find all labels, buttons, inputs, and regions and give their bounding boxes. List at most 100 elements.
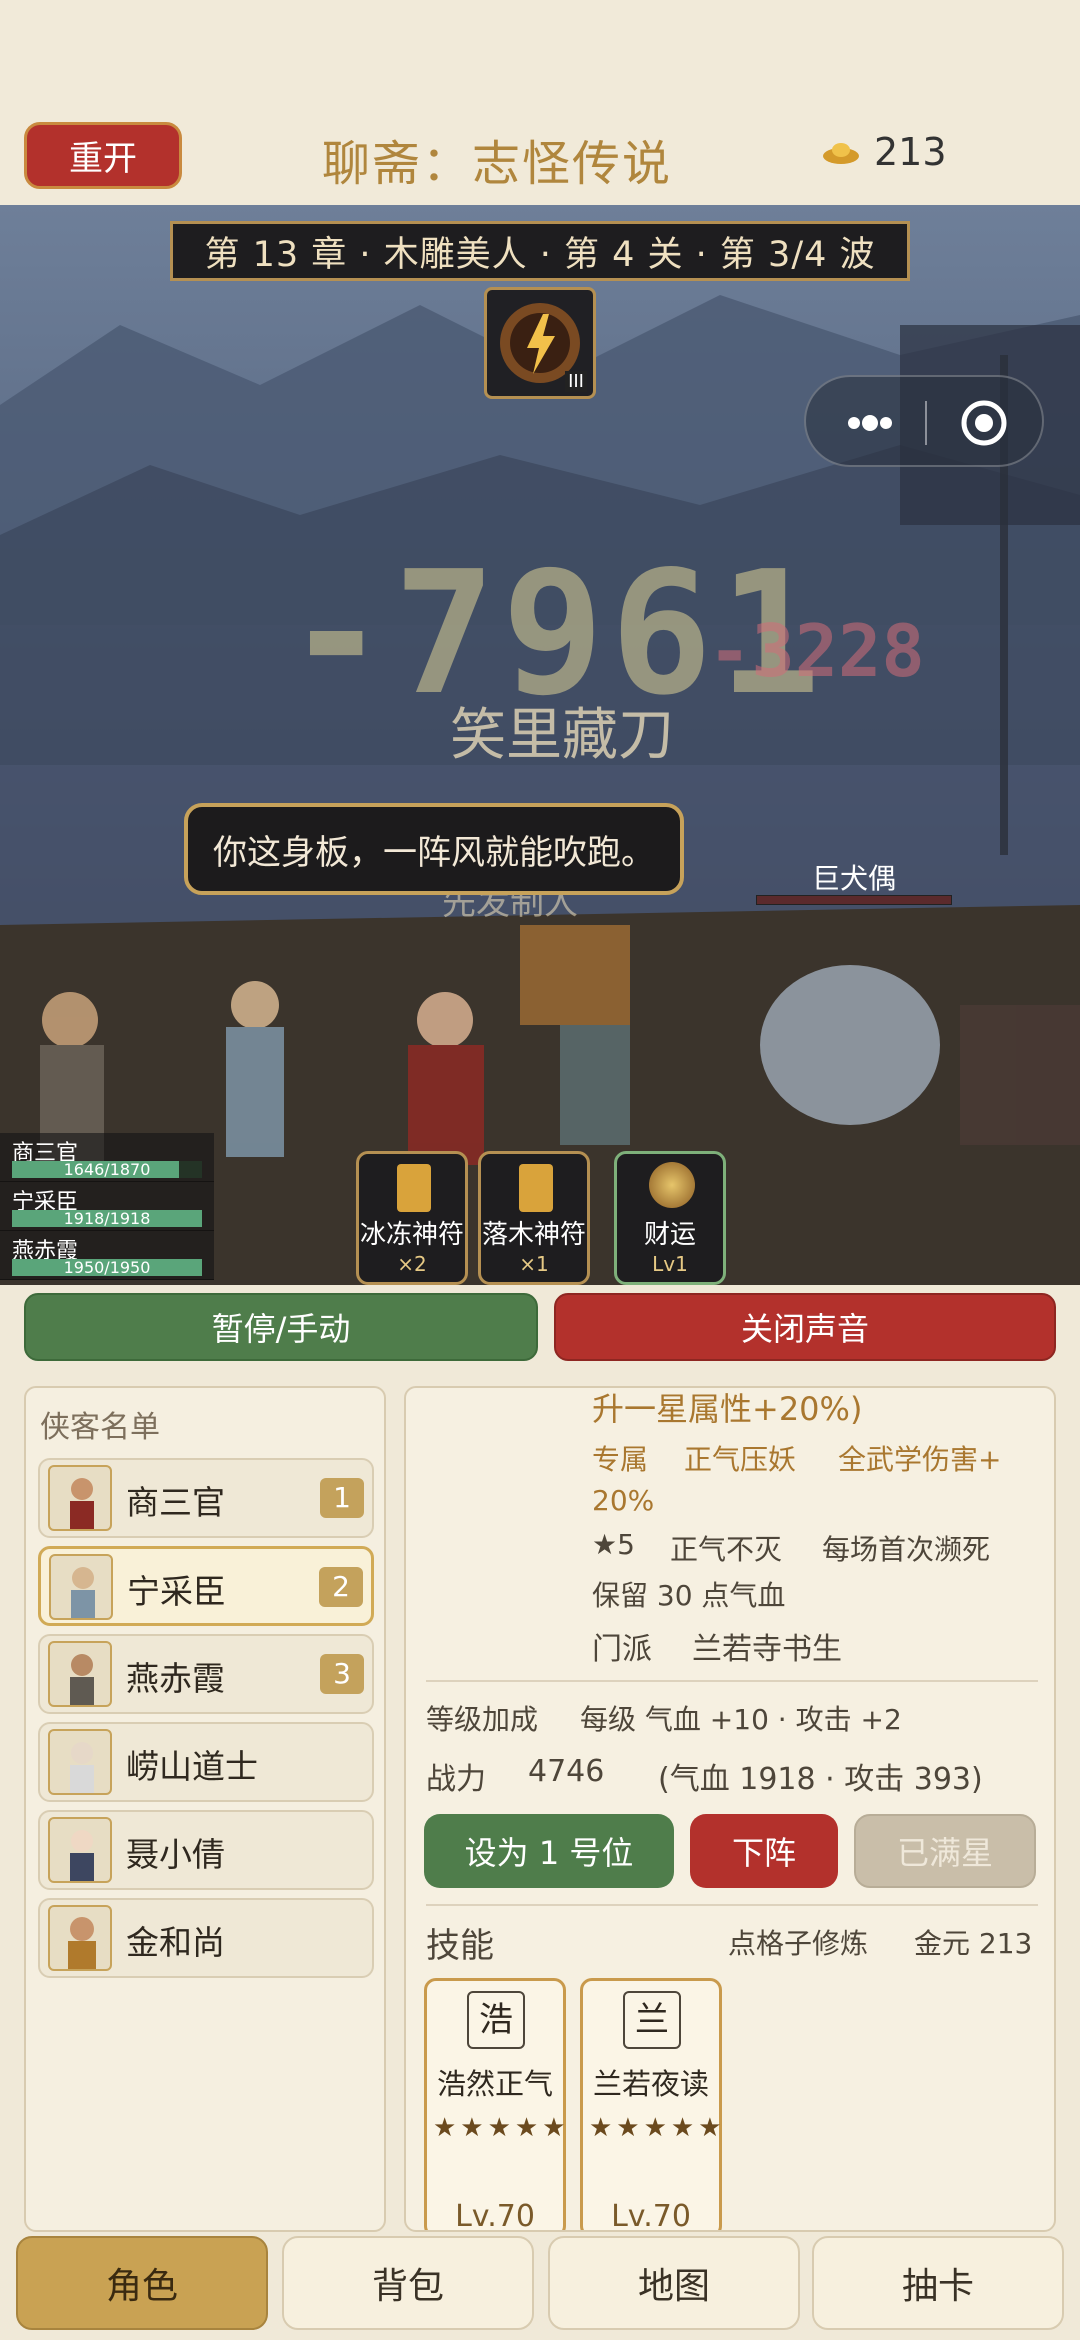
party-hp-list: 商三官 1646/1870 宁采臣 1918/1918 燕赤霞 1950/195… [0, 1133, 214, 1280]
roster-title: 侠客名单 [40, 1410, 160, 1445]
talisman-name: 落木神符 [481, 1220, 586, 1250]
skill-stars: ★★★★★ [589, 2113, 726, 2143]
talisman-freeze[interactable]: 冰冻神符 ×2 [356, 1151, 468, 1285]
hero-item[interactable]: 崂山道士 [38, 1722, 374, 1802]
skill-name: 浩然正气 [436, 2067, 553, 2101]
hero-portrait [48, 1905, 112, 1971]
exclusive-desc: 全武学伤害+ [838, 1443, 1002, 1476]
enemy-hp-bar [756, 895, 952, 905]
exclusive-name: 正气压妖 [684, 1443, 797, 1476]
boss-level-badge: III [565, 371, 587, 392]
sect-name: 兰若寺书生 [692, 1632, 842, 1667]
skill-level: Lv.70 [455, 2199, 535, 2232]
star5-label: ★5 [592, 1528, 635, 1561]
restart-button[interactable]: 重开 [24, 122, 182, 189]
damage-number-secondary: -3228 [708, 609, 925, 693]
hero-name: 崂山道士 [126, 1747, 258, 1786]
hp-bar: 1918/1918 [12, 1210, 202, 1227]
stage-progress-bar: 第 13 章 · 木雕美人 · 第 4 关 · 第 3/4 波 [170, 221, 910, 281]
sect-label: 门派 [592, 1632, 652, 1667]
hero-name: 金和尚 [126, 1923, 225, 1962]
tab-bag[interactable]: 背包 [282, 2236, 534, 2330]
tab-character[interactable]: 角色 [16, 2236, 268, 2330]
hero-name: 宁采臣 [127, 1572, 226, 1611]
skills-gold: 金元 213 [914, 1927, 1033, 1960]
hero-item-selected[interactable]: 宁采臣 2 [38, 1546, 374, 1626]
hp-bar: 1950/1950 [12, 1259, 202, 1276]
withdraw-button[interactable]: 下阵 [690, 1814, 838, 1888]
hero-portrait [48, 1817, 112, 1883]
star-upgrade-note: 升一星属性+20%) [592, 1390, 863, 1428]
fortune-buff[interactable]: 财运 Lv1 [614, 1151, 726, 1285]
gold-count: 213 [874, 130, 947, 174]
hero-item[interactable]: 聂小倩 [38, 1810, 374, 1890]
talisman-name: 冰冻神符 [359, 1220, 464, 1250]
miniprogram-capsule [804, 375, 1044, 467]
party-member: 商三官 1646/1870 [0, 1133, 214, 1182]
hero-portrait [48, 1465, 112, 1531]
talisman-falling-wood[interactable]: 落木神符 ×1 [478, 1151, 590, 1285]
skill-card[interactable]: 兰 兰若夜读 ★★★★★ Lv.70 [580, 1978, 726, 2230]
party-member: 宁采臣 1918/1918 [0, 1182, 214, 1231]
enemy-name: 巨犬偶 [812, 862, 897, 895]
tab-map[interactable]: 地图 [548, 2236, 800, 2330]
close-miniprogram-icon[interactable] [926, 377, 1046, 469]
exclusive-desc-value: 20% [592, 1484, 655, 1517]
star5-name: 正气不灭 [670, 1533, 783, 1566]
mute-sound-button[interactable]: 关闭声音 [554, 1293, 1056, 1361]
skill-callout: 笑里藏刀 [450, 703, 674, 768]
skill-name: 兰若夜读 [592, 2067, 709, 2101]
hero-name: 聂小倩 [126, 1835, 225, 1874]
boss-emblem[interactable]: III [484, 287, 596, 399]
skill-card[interactable]: 浩 浩然正气 ★★★★★ Lv.70 [424, 1978, 570, 2232]
hero-portrait [49, 1554, 113, 1620]
hero-roster: 侠客名单 商三官 1 宁采臣 2 燕赤霞 3 崂山道士 聂小倩 金和尚 [24, 1386, 386, 2232]
buff-level: Lv1 [652, 1252, 688, 1276]
level-bonus: 每级 气血 +10 · 攻击 +2 [580, 1703, 902, 1736]
hero-name: 商三官 [126, 1483, 225, 1522]
hp-value: 1918/1918 [63, 1209, 151, 1228]
slot-badge: 2 [319, 1567, 363, 1607]
set-first-slot-button[interactable]: 设为 1 号位 [424, 1814, 674, 1888]
slot-badge: 1 [320, 1478, 364, 1518]
speech-bubble: 你这身板，一阵风就能吹跑。 [184, 803, 684, 895]
hero-item[interactable]: 金和尚 [38, 1898, 374, 1978]
hp-value: 1646/1870 [63, 1160, 151, 1179]
game-title: 聊斋：志怪传说 [322, 136, 673, 192]
pause-manual-button[interactable]: 暂停/手动 [24, 1293, 538, 1361]
skill-icon: 浩 [467, 1991, 525, 2049]
power-detail: (气血 1918 · 攻击 393) [658, 1762, 983, 1797]
hero-name: 燕赤霞 [126, 1659, 225, 1698]
skill-icon: 兰 [623, 1991, 681, 2049]
hero-detail-panel: 升一星属性+20%) 专属 正气压妖 全武学伤害+ 20% ★5 正气不灭 每场… [404, 1386, 1056, 2232]
star5-desc-value: 保留 30 点气血 [592, 1579, 786, 1612]
talisman-icon [397, 1164, 431, 1212]
hero-item[interactable]: 商三官 1 [38, 1458, 374, 1538]
divider [426, 1680, 1038, 1682]
buff-name: 财运 [643, 1220, 696, 1250]
divider [426, 1904, 1038, 1906]
gold-display: 213 [822, 130, 947, 174]
tab-gacha[interactable]: 抽卡 [812, 2236, 1064, 2330]
skills-hint: 点格子修炼 [728, 1927, 869, 1960]
star5-desc: 每场首次濒死 [822, 1533, 991, 1566]
hero-item[interactable]: 燕赤霞 3 [38, 1634, 374, 1714]
talisman-count: ×1 [519, 1252, 549, 1276]
hero-portrait [48, 1641, 112, 1707]
hero-portrait [48, 1729, 112, 1795]
more-options-icon[interactable] [806, 377, 926, 469]
exclusive-label: 专属 [592, 1443, 649, 1476]
gold-ingot-icon [823, 143, 859, 164]
fortune-coin-icon [649, 1162, 695, 1208]
hp-value: 1950/1950 [63, 1258, 151, 1277]
talisman-icon [519, 1164, 553, 1212]
level-bonus-label: 等级加成 [426, 1703, 539, 1736]
top-bar: 重开 聊斋：志怪传说 213 [0, 0, 1080, 205]
hp-bar: 1646/1870 [12, 1161, 202, 1178]
skill-stars: ★★★★★ [433, 2113, 570, 2143]
slot-badge: 3 [320, 1654, 364, 1694]
max-star-button[interactable]: 已满星 [854, 1814, 1036, 1888]
power-label: 战力 [426, 1762, 486, 1797]
party-member: 燕赤霞 1950/1950 [0, 1231, 214, 1280]
battle-scene: 第 13 章 · 木雕美人 · 第 4 关 · 第 3/4 波 III -796… [0, 205, 1080, 1285]
